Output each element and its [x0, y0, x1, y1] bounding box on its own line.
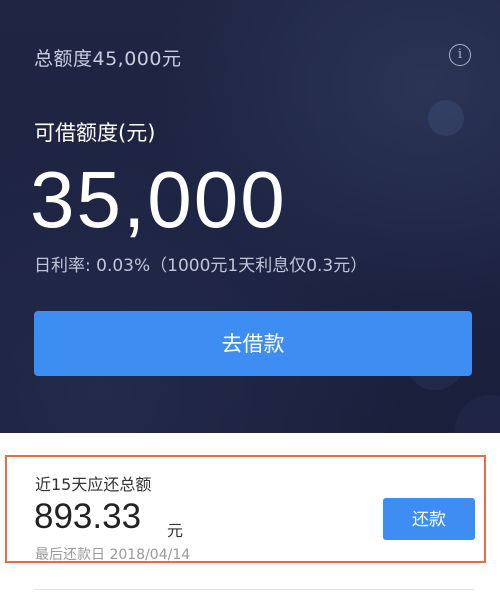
divider — [34, 589, 474, 590]
repay-button[interactable]: 还款 — [383, 498, 475, 540]
available-limit-label: 可借额度(元) — [34, 121, 156, 145]
repayment-card: 近15天应还总额 893.33 元 最后还款日 2018/04/14 还款 — [5, 455, 486, 563]
total-limit-label: 总额度45,000元 — [34, 48, 182, 70]
daily-rate-text: 日利率: 0.03%（1000元1天利息仅0.3元） — [34, 256, 368, 276]
repayment-unit: 元 — [167, 521, 184, 540]
repayment-due-date: 最后还款日 2018/04/14 — [35, 547, 191, 563]
credit-hero-panel: 总额度45,000元 i 可借额度(元) 35,000 日利率: 0.03%（1… — [0, 0, 500, 433]
borrow-button[interactable]: 去借款 — [34, 311, 472, 376]
available-limit-amount: 35,000 — [30, 155, 287, 244]
repayment-amount: 893.33 — [34, 497, 142, 536]
decorative-bubble — [428, 100, 464, 136]
decorative-bubble — [455, 395, 500, 433]
repayment-title: 近15天应还总额 — [35, 475, 152, 494]
info-icon[interactable]: i — [449, 44, 471, 66]
